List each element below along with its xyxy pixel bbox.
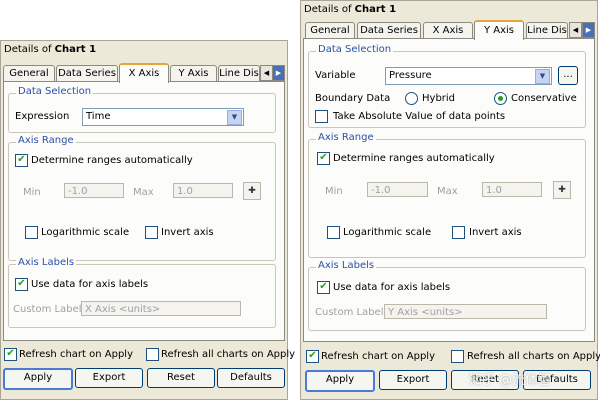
tab-scroll-right-icon[interactable]: ▶: [582, 22, 595, 38]
tab-scroll-left-icon[interactable]: ◀: [569, 22, 582, 38]
pick-range-icon[interactable]: ✚: [553, 181, 571, 199]
chevron-down-icon[interactable]: ▼: [535, 69, 550, 84]
group-title-axis-range: Axis Range: [16, 135, 76, 146]
refresh-chart-label: Refresh chart on Apply: [19, 349, 133, 360]
tab-y-axis[interactable]: Y Axis: [170, 65, 217, 81]
hybrid-radio[interactable]: [405, 92, 418, 105]
apply-button[interactable]: Apply: [3, 368, 73, 390]
group-title-axis-range: Axis Range: [316, 132, 376, 143]
refresh-chart-checkbox[interactable]: ✔: [4, 348, 17, 361]
data-selection-group: Data Selection Variable Pressure ▼ ... B…: [308, 44, 586, 128]
tab-data-series[interactable]: Data Series: [56, 65, 118, 81]
auto-range-label: Determine ranges automatically: [31, 155, 193, 166]
custom-label-label: Custom Label: [315, 307, 384, 318]
watermark: 知乎 @流体智: [469, 373, 552, 388]
variable-label: Variable: [315, 70, 356, 81]
tab-y-axis[interactable]: Y Axis: [474, 20, 524, 40]
log-scale-checkbox[interactable]: [25, 226, 38, 239]
boundary-data-label: Boundary Data: [315, 93, 391, 104]
tab-general[interactable]: General: [305, 22, 355, 38]
max-input[interactable]: 1.0: [482, 182, 542, 197]
log-scale-label: Logarithmic scale: [343, 227, 432, 238]
log-scale-checkbox[interactable]: [327, 226, 340, 239]
invert-axis-label: Invert axis: [161, 227, 214, 238]
expression-value: Time: [86, 111, 111, 122]
invert-axis-checkbox[interactable]: [452, 226, 465, 239]
group-title-axis-labels: Axis Labels: [16, 257, 77, 268]
refresh-all-checkbox[interactable]: [146, 348, 159, 361]
tab-bar: General Data Series X Axis Y Axis Line D…: [3, 63, 285, 83]
absolute-value-checkbox[interactable]: [315, 110, 328, 123]
data-selection-group: Data Selection Expression Time ▼: [8, 86, 276, 133]
title-prefix: Details of: [4, 44, 55, 55]
tab-x-axis[interactable]: X Axis: [423, 22, 473, 38]
use-data-labels-label: Use data for axis labels: [31, 279, 149, 290]
tab-scroll-right-icon[interactable]: ▶: [272, 65, 285, 81]
hybrid-label: Hybrid: [422, 93, 456, 104]
reset-button[interactable]: Reset: [147, 368, 215, 388]
pick-range-icon[interactable]: ✚: [243, 182, 261, 200]
max-label: Max: [437, 186, 458, 197]
left-details-panel: Details of Chart 1 General Data Series X…: [0, 40, 295, 400]
variable-select[interactable]: Pressure ▼: [385, 67, 552, 85]
min-label: Min: [23, 187, 41, 198]
tab-general[interactable]: General: [3, 65, 55, 81]
panel-title: Details of Chart 1: [304, 4, 396, 15]
axis-range-group: Axis Range ✔ Determine ranges automatica…: [308, 132, 586, 258]
refresh-all-label: Refresh all charts on Apply: [161, 349, 296, 360]
title-prefix: Details of: [304, 4, 355, 15]
max-label: Max: [133, 187, 154, 198]
conservative-label: Conservative: [511, 93, 577, 104]
defaults-button[interactable]: Defaults: [217, 368, 285, 388]
export-button[interactable]: Export: [75, 368, 143, 388]
title-chart-name: Chart 1: [54, 44, 97, 55]
custom-label-label: Custom Label: [13, 304, 82, 315]
refresh-all-label: Refresh all charts on Apply: [467, 351, 600, 362]
auto-range-label: Determine ranges automatically: [333, 153, 495, 164]
auto-range-checkbox[interactable]: ✔: [317, 152, 330, 165]
refresh-all-checkbox[interactable]: [451, 350, 464, 363]
axis-range-group: Axis Range ✔ Determine ranges automatica…: [8, 135, 276, 261]
tab-line-display[interactable]: Line Dis: [218, 65, 260, 81]
tab-content: Data Selection Variable Pressure ▼ ... B…: [303, 38, 595, 342]
export-button[interactable]: Export: [379, 370, 447, 390]
group-title-data-selection: Data Selection: [16, 86, 94, 97]
tab-data-series[interactable]: Data Series: [357, 22, 421, 38]
chevron-down-icon[interactable]: ▼: [227, 110, 242, 125]
tab-line-display[interactable]: Line Dis: [526, 22, 568, 38]
panel-title: Details of Chart 1: [4, 44, 96, 55]
log-scale-label: Logarithmic scale: [41, 227, 130, 238]
tab-x-axis[interactable]: X Axis: [119, 63, 169, 83]
variable-value: Pressure: [389, 70, 432, 81]
tab-content: Data Selection Expression Time ▼ Axis Ra…: [3, 81, 285, 341]
conservative-radio[interactable]: [494, 92, 507, 105]
title-chart-name: Chart 1: [354, 4, 397, 15]
variable-browse-button[interactable]: ...: [558, 66, 578, 85]
refresh-chart-label: Refresh chart on Apply: [321, 351, 435, 362]
refresh-chart-checkbox[interactable]: ✔: [306, 350, 319, 363]
custom-label-input[interactable]: Y Axis <units>: [384, 304, 547, 319]
expression-label: Expression: [15, 111, 70, 122]
use-data-labels-checkbox[interactable]: ✔: [317, 281, 330, 294]
min-label: Min: [325, 186, 343, 197]
right-details-panel: Details of Chart 1 General Data Series X…: [300, 0, 600, 400]
group-title-axis-labels: Axis Labels: [316, 260, 377, 271]
min-input[interactable]: -1.0: [367, 182, 428, 197]
max-input[interactable]: 1.0: [173, 183, 233, 198]
custom-label-input[interactable]: X Axis <units>: [81, 301, 241, 316]
expression-select[interactable]: Time ▼: [82, 108, 244, 126]
use-data-labels-label: Use data for axis labels: [333, 282, 451, 293]
apply-button[interactable]: Apply: [305, 370, 375, 392]
absolute-value-label: Take Absolute Value of data points: [333, 111, 506, 122]
group-title-data-selection: Data Selection: [316, 44, 394, 55]
axis-labels-group: Axis Labels ✔ Use data for axis labels C…: [8, 257, 276, 328]
axis-labels-group: Axis Labels ✔ Use data for axis labels C…: [308, 260, 586, 331]
tab-bar: General Data Series X Axis Y Axis Line D…: [303, 20, 595, 40]
min-input[interactable]: -1.0: [64, 183, 124, 198]
invert-axis-checkbox[interactable]: [145, 226, 158, 239]
auto-range-checkbox[interactable]: ✔: [15, 154, 28, 167]
use-data-labels-checkbox[interactable]: ✔: [15, 278, 28, 291]
invert-axis-label: Invert axis: [469, 227, 522, 238]
